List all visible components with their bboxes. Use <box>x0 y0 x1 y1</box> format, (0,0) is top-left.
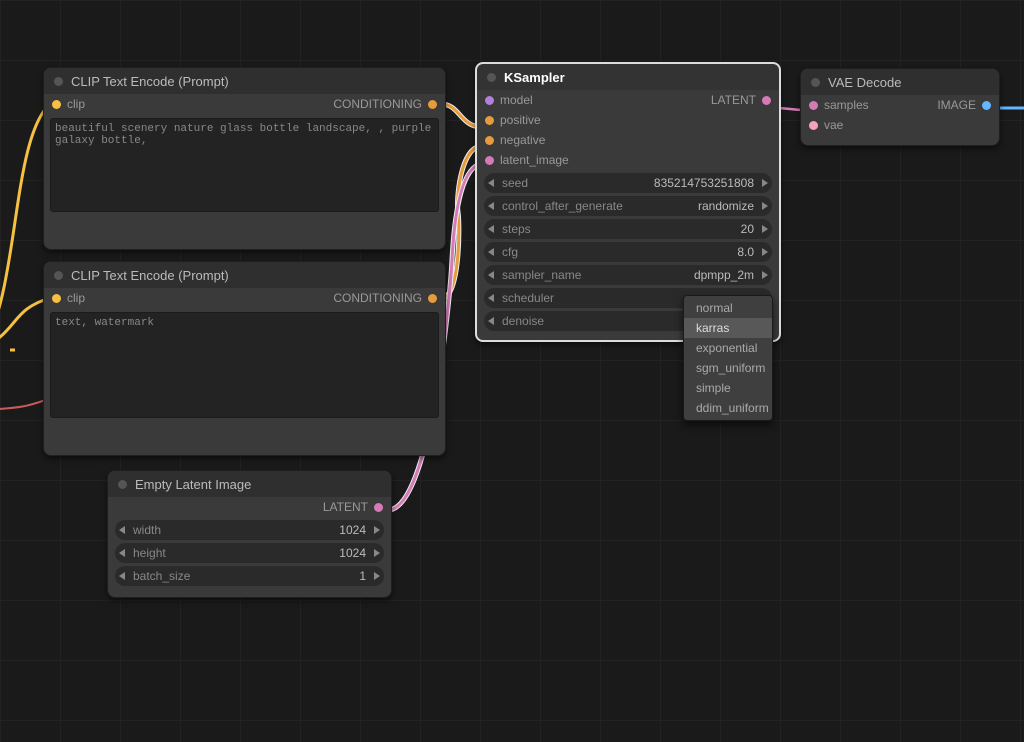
decrement-arrow-icon[interactable] <box>488 271 494 279</box>
scheduler-option-exponential[interactable]: exponential <box>684 338 772 358</box>
collapse-dot-icon[interactable] <box>118 480 127 489</box>
widget-height[interactable]: height 1024 <box>115 543 384 563</box>
decrement-arrow-icon[interactable] <box>488 179 494 187</box>
scheduler-option-simple[interactable]: simple <box>684 378 772 398</box>
node-header[interactable]: CLIP Text Encode (Prompt) <box>44 262 445 288</box>
input-port-positive[interactable]: positive <box>485 113 541 127</box>
increment-arrow-icon[interactable] <box>374 526 380 534</box>
increment-arrow-icon[interactable] <box>374 549 380 557</box>
collapse-dot-icon[interactable] <box>54 77 63 86</box>
node-title: CLIP Text Encode (Prompt) <box>71 74 229 89</box>
scheduler-option-normal[interactable]: normal <box>684 298 772 318</box>
decrement-arrow-icon[interactable] <box>488 225 494 233</box>
decrement-arrow-icon[interactable] <box>119 526 125 534</box>
widget-width[interactable]: width 1024 <box>115 520 384 540</box>
output-port-conditioning[interactable]: CONDITIONING <box>333 291 437 305</box>
widget-cfg[interactable]: cfg 8.0 <box>484 242 772 262</box>
scheduler-option-sgm_uniform[interactable]: sgm_uniform <box>684 358 772 378</box>
input-port-samples[interactable]: samples <box>809 98 869 112</box>
widget-sampler-name[interactable]: sampler_name dpmpp_2m <box>484 265 772 285</box>
decrement-arrow-icon[interactable] <box>488 317 494 325</box>
input-port-model[interactable]: model <box>485 93 533 107</box>
output-port-image[interactable]: IMAGE <box>937 98 991 112</box>
collapse-dot-icon[interactable] <box>487 73 496 82</box>
increment-arrow-icon[interactable] <box>762 202 768 210</box>
scheduler-dropdown[interactable]: normalkarrasexponentialsgm_uniformsimple… <box>683 295 773 421</box>
scheduler-option-karras[interactable]: karras <box>684 318 772 338</box>
increment-arrow-icon[interactable] <box>762 248 768 256</box>
node-vae-decode[interactable]: VAE Decode samples IMAGE vae <box>800 68 1000 146</box>
scheduler-option-ddim_uniform[interactable]: ddim_uniform <box>684 398 772 418</box>
input-port-clip[interactable]: clip <box>52 291 85 305</box>
decrement-arrow-icon[interactable] <box>119 572 125 580</box>
decrement-arrow-icon[interactable] <box>488 248 494 256</box>
node-clip-text-encode-positive[interactable]: CLIP Text Encode (Prompt) clip CONDITION… <box>43 67 446 250</box>
node-header[interactable]: KSampler <box>477 64 779 90</box>
output-port-conditioning[interactable]: CONDITIONING <box>333 97 437 111</box>
node-clip-text-encode-negative[interactable]: CLIP Text Encode (Prompt) clip CONDITION… <box>43 261 446 456</box>
widget-batch-size[interactable]: batch_size 1 <box>115 566 384 586</box>
node-title: Empty Latent Image <box>135 477 251 492</box>
output-port-latent[interactable]: LATENT <box>711 93 771 107</box>
collapse-dot-icon[interactable] <box>811 78 820 87</box>
input-port-clip[interactable]: clip <box>52 97 85 111</box>
decrement-arrow-icon[interactable] <box>488 294 494 302</box>
input-port-negative[interactable]: negative <box>485 133 545 147</box>
node-header[interactable]: Empty Latent Image <box>108 471 391 497</box>
node-title: VAE Decode <box>828 75 901 90</box>
input-port-vae[interactable]: vae <box>809 118 843 132</box>
widget-steps[interactable]: steps 20 <box>484 219 772 239</box>
collapse-dot-icon[interactable] <box>54 271 63 280</box>
increment-arrow-icon[interactable] <box>374 572 380 580</box>
increment-arrow-icon[interactable] <box>762 179 768 187</box>
widget-control-after-generate[interactable]: control_after_generate randomize <box>484 196 772 216</box>
node-title: KSampler <box>504 70 565 85</box>
decrement-arrow-icon[interactable] <box>488 202 494 210</box>
widget-seed[interactable]: seed 835214753251808 <box>484 173 772 193</box>
node-header[interactable]: CLIP Text Encode (Prompt) <box>44 68 445 94</box>
input-port-latent-image[interactable]: latent_image <box>485 153 569 167</box>
prompt-textarea[interactable] <box>50 312 439 418</box>
node-header[interactable]: VAE Decode <box>801 69 999 95</box>
increment-arrow-icon[interactable] <box>762 271 768 279</box>
decrement-arrow-icon[interactable] <box>119 549 125 557</box>
prompt-textarea[interactable] <box>50 118 439 212</box>
increment-arrow-icon[interactable] <box>762 225 768 233</box>
node-title: CLIP Text Encode (Prompt) <box>71 268 229 283</box>
output-port-latent[interactable]: LATENT <box>323 500 383 514</box>
node-empty-latent-image[interactable]: Empty Latent Image LATENT width 1024 hei… <box>107 470 392 598</box>
